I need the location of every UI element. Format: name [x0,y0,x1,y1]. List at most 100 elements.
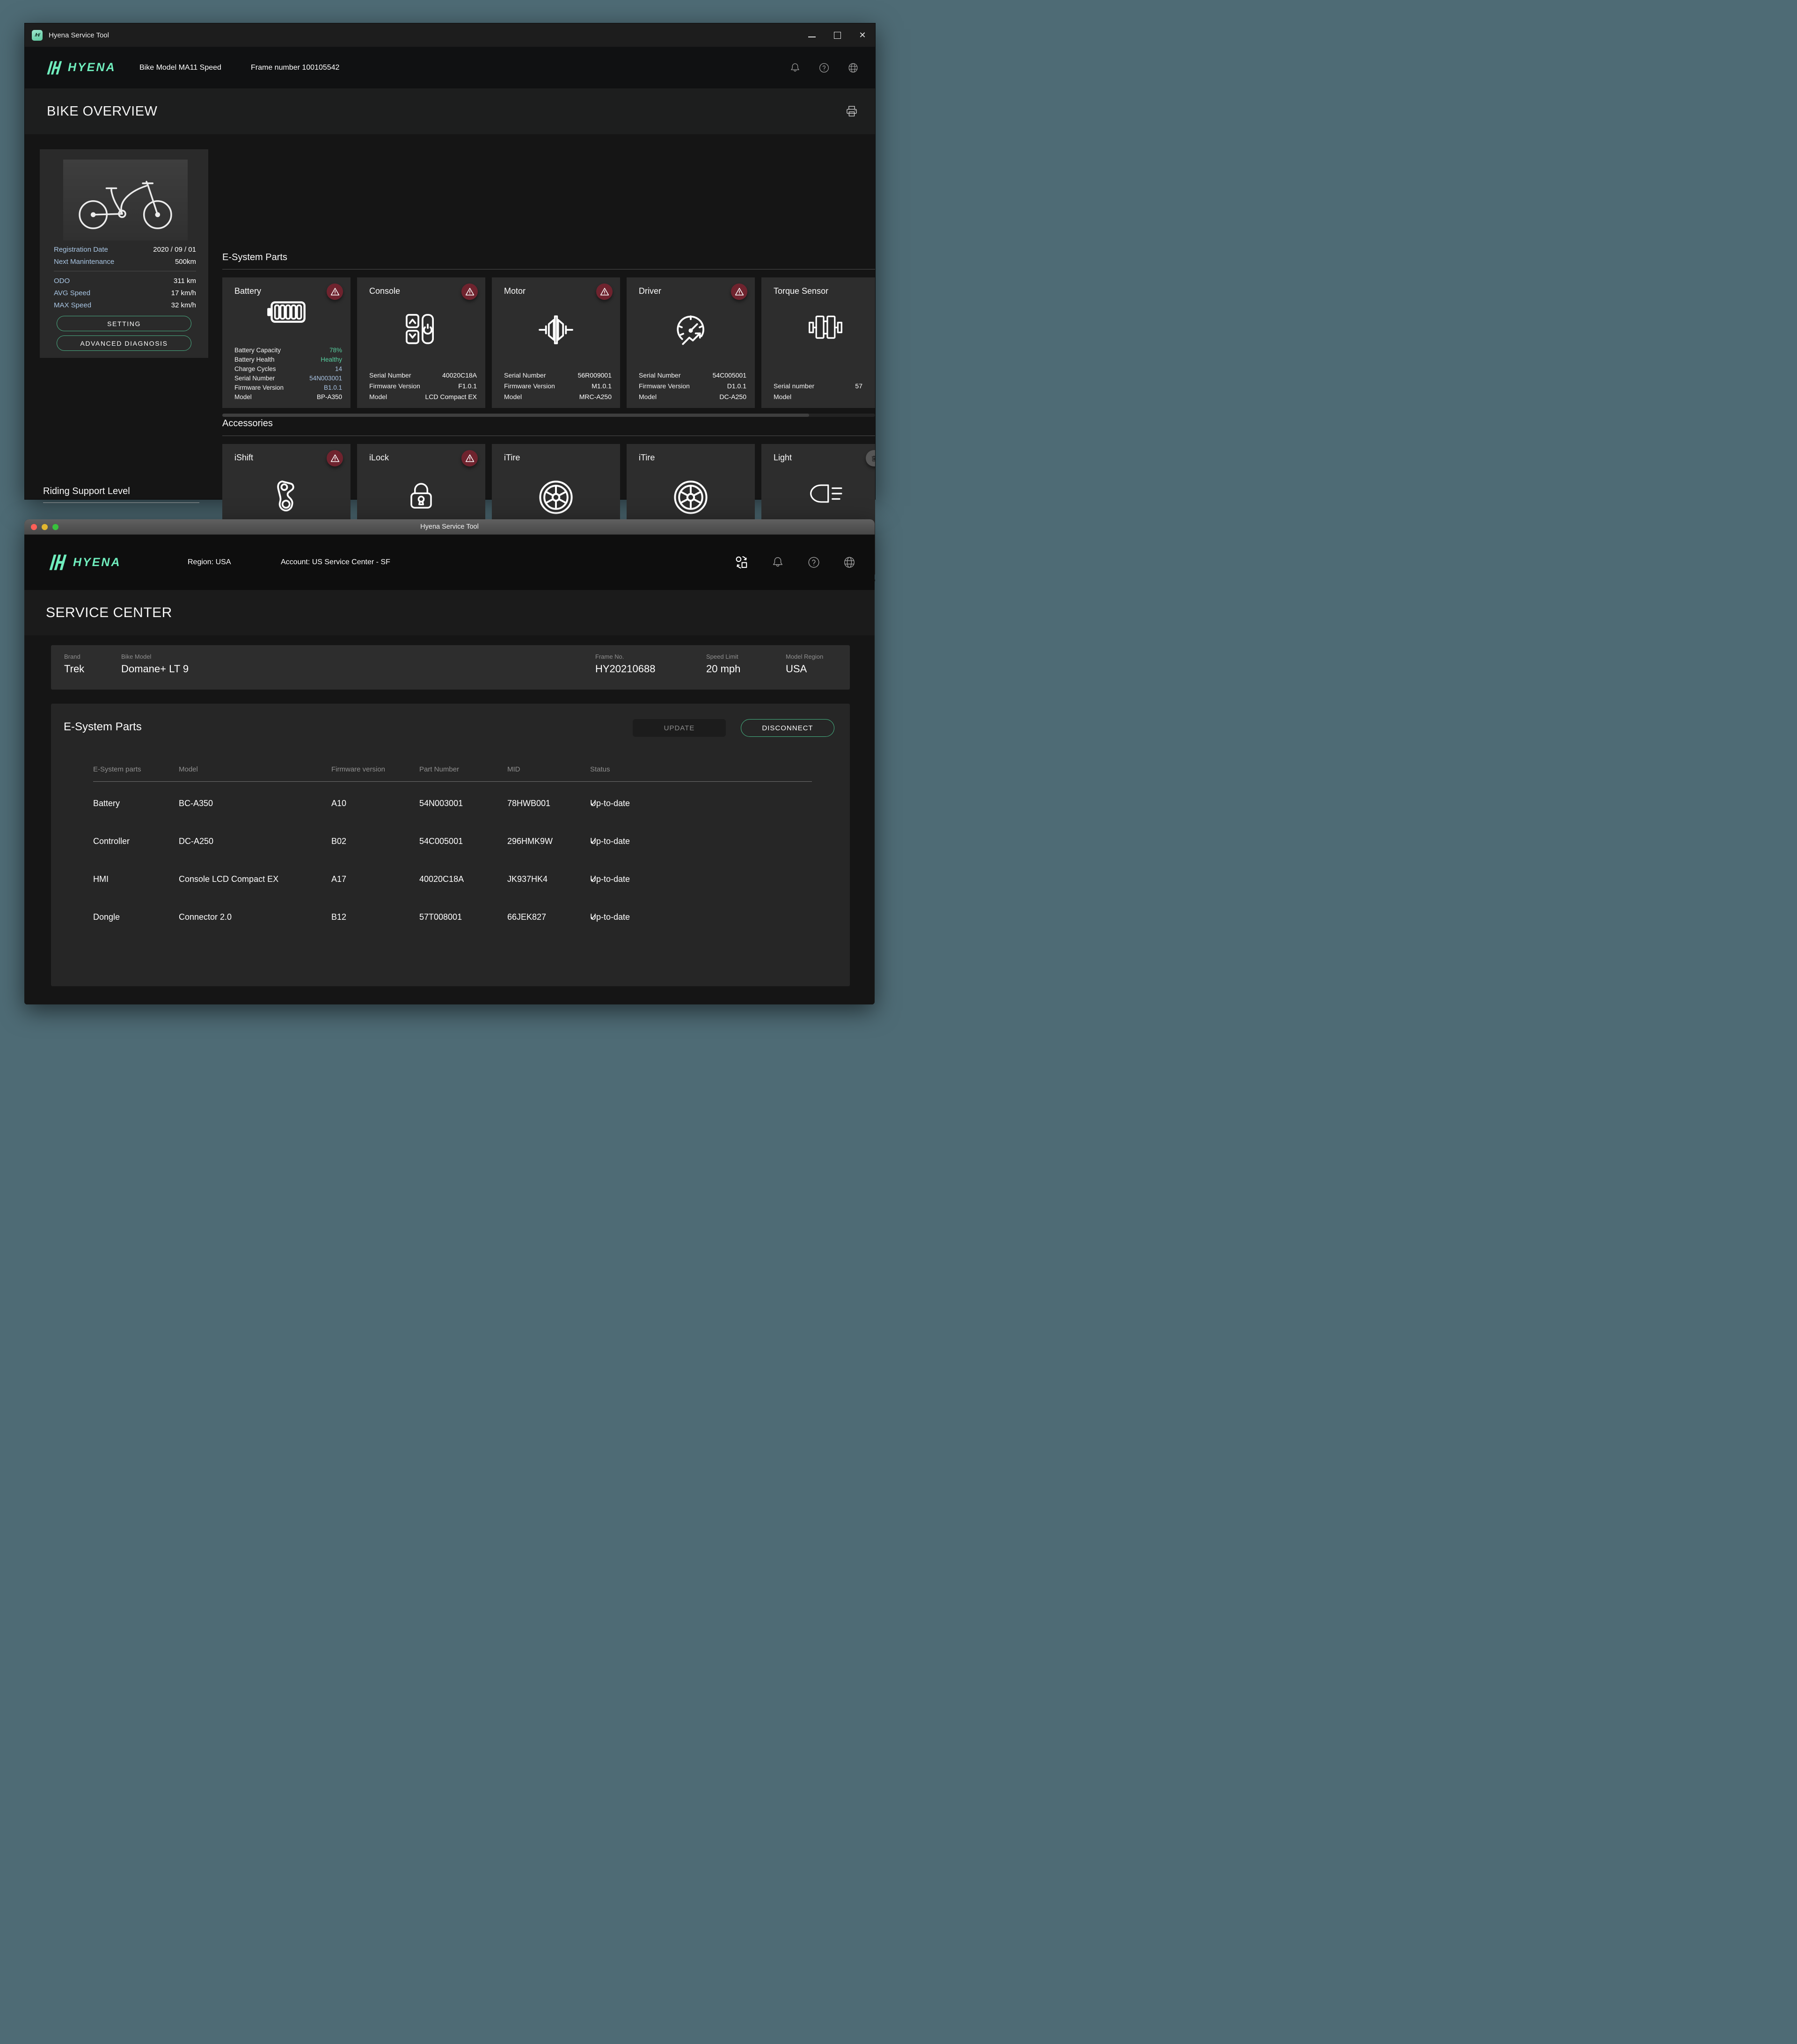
bike-overview-window: /H/ Hyena Service Tool ✕ HYENA Bike Mode… [24,23,876,500]
cell-part-number: 57T008001 [419,912,462,922]
table-row-dongle: DongleConnector 2.0B1257T00800166JEK827✓… [51,912,850,924]
row-value: BP-A350 [317,393,342,400]
minimize-button[interactable] [799,23,825,47]
help-icon[interactable] [818,62,830,74]
help-icon[interactable] [807,555,821,569]
row-label: Serial Number [369,371,411,379]
card-title: Driver [639,286,661,297]
service-center-content: Brand Trek Bike Model Domane+ LT 9 Frame… [24,635,875,1004]
stat-value: 32 km/h [171,301,196,309]
app-icon: /H/ [32,30,43,41]
warning-badge-icon[interactable] [596,284,613,300]
card-row: Charge Cycles14 [234,365,342,372]
row-label: Model [234,393,252,400]
motor-icon [538,312,574,350]
row-label: Model [639,393,657,400]
cell-part: Battery [93,799,120,808]
hyena-logo-icon [49,554,69,570]
minimize-icon [808,36,816,37]
warning-badge-icon[interactable] [327,284,343,300]
card-title: iTire [504,452,520,463]
cell-part: Dongle [93,912,120,922]
esystem-cards-row: BatteryBattery Capacity78%Battery Health… [222,277,875,408]
warning-badge-icon[interactable] [731,284,747,300]
maximize-icon [834,32,841,39]
torque-sensor-icon [806,312,845,345]
cell-model: DC-A250 [179,837,213,846]
close-button[interactable]: ✕ [850,23,875,47]
table-row-hmi: HMIConsole LCD Compact EXA1740020C18AJK9… [51,874,850,886]
card-row: Serial Number54N003001 [234,375,342,382]
card-row: Battery HealthHealthy [234,356,342,363]
card-console: ConsoleSerial Number40020C18AFirmware Ve… [357,277,485,408]
stat-row: AVG Speed17 km/h [54,289,196,297]
card-title: Motor [504,286,526,297]
page-title-band: SERVICE CENTER [24,590,875,635]
card-title: iShift [234,452,253,463]
titlebar: /H/ Hyena Service Tool ✕ [25,23,875,47]
window-title: Hyena Service Tool [24,523,875,531]
cell-mid: 78HWB001 [507,799,550,808]
hyena-logo: HYENA [49,554,121,570]
row-value: D1.0.1 [727,382,746,390]
light-icon [805,479,846,511]
print-icon[interactable] [845,105,858,118]
disconnect-button[interactable]: DISCONNECT [741,719,834,737]
row-label: Firmware Version [369,382,420,390]
bike-overview-content: Registration Date2020 / 09 / 01Next Mani… [25,134,875,499]
cell-firmware: B02 [331,837,346,846]
esystem-parts-panel: E-System Parts UPDATE DISCONNECT E-Syste… [51,704,850,986]
card-row: ModelLCD Compact EX [369,393,477,400]
bike-image [63,160,188,240]
card-motor: Motor Serial Number56R009001Firmware Vers… [492,277,620,408]
column-header: MID [507,765,520,773]
notifications-bell-icon[interactable] [771,555,785,569]
card-row: Firmware VersionF1.0.1 [369,382,477,390]
warning-badge-icon[interactable] [327,450,343,466]
update-button[interactable]: UPDATE [633,719,726,737]
riding-support-title: Riding Support Level [43,486,130,497]
setting-button[interactable]: SETTING [57,316,191,331]
bike-illustration [72,165,179,235]
table-row-controller: ControllerDC-A250B0254C005001296HMK9W✓Up… [51,837,850,848]
stat-label: ODO [54,277,70,285]
row-label: Model [774,393,791,400]
info-value: Trek [64,663,84,675]
esystem-section-title: E-System Parts [222,252,287,263]
row-label: Firmware Version [639,382,690,390]
card-row: Battery Capacity78% [234,347,342,354]
driver-icon [673,312,709,350]
advanced-diagnosis-button[interactable]: ADVANCED DIAGNOSIS [57,335,191,351]
card-rows: Serial Number56R009001Firmware VersionM1… [504,368,612,400]
warning-badge-icon[interactable] [461,450,478,466]
cell-part-number: 40020C18A [419,874,464,884]
card-title: iTire [639,452,655,463]
table-row-battery: BatteryBC-A350A1054N00300178HWB001✓Up-to… [51,799,850,810]
page-title: SERVICE CENTER [46,605,172,621]
card-title: Light [774,452,792,463]
cell-mid: 296HMK9W [507,837,553,846]
info-label: Speed Limit [706,653,738,660]
region-label: Region: USA [188,558,231,567]
card-title: iLock [369,452,389,463]
language-globe-icon[interactable] [847,62,859,74]
scrollbar-thumb[interactable] [222,414,809,417]
warning-badge-icon[interactable] [461,284,478,300]
card-torque-sensor: Torque SensorSerial number57Model [761,277,875,408]
card-row: ModelDC-A250 [639,393,746,400]
transfer-sync-icon[interactable] [735,555,749,569]
stat-label: AVG Speed [54,289,90,297]
notifications-bell-icon[interactable] [789,62,801,74]
ishift-icon [272,479,301,516]
trash-icon[interactable] [866,450,875,466]
cell-mid: 66JEK827 [507,912,546,922]
card-driver: DriverSerial Number54C005001Firmware Ver… [627,277,755,408]
status-text: Up-to-date [590,837,630,846]
maximize-button[interactable] [825,23,850,47]
cell-model: Console LCD Compact EX [179,874,278,884]
stat-value: 2020 / 09 / 01 [153,246,196,254]
row-value: M1.0.1 [592,382,612,390]
esystem-scrollbar[interactable] [222,414,875,417]
row-label: Battery Health [234,356,275,363]
language-globe-icon[interactable] [842,555,856,569]
